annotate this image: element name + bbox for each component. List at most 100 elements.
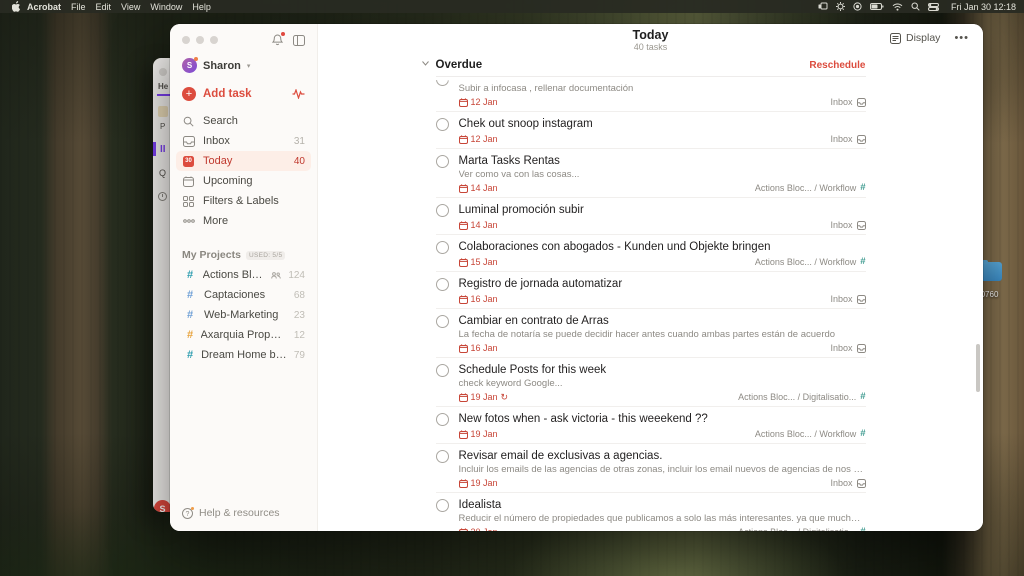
plus-icon: + bbox=[182, 87, 196, 101]
task-checkbox[interactable] bbox=[436, 204, 449, 217]
task-checkbox[interactable] bbox=[436, 315, 449, 328]
task-project[interactable]: Actions Bloc... / Digitalisatio...# bbox=[738, 527, 865, 531]
minimize-window-icon[interactable] bbox=[196, 36, 204, 44]
task-description: Subir a infocasa , rellenar documentació… bbox=[459, 83, 866, 94]
task-project[interactable]: Inbox bbox=[830, 343, 865, 353]
task-project[interactable]: Actions Bloc... / Workflow# bbox=[755, 257, 866, 267]
account-menu[interactable]: S Sharon ▾ bbox=[170, 46, 317, 73]
sidebar-project[interactable]: #Axarquia Properties Tareas12 bbox=[170, 325, 317, 345]
notifications-bell-icon[interactable] bbox=[272, 34, 283, 46]
add-task-button[interactable]: + Add task bbox=[170, 73, 317, 101]
task-project[interactable]: Inbox bbox=[830, 294, 865, 304]
task-title[interactable]: Idealista bbox=[459, 498, 866, 512]
task-project[interactable]: Actions Bloc... / Digitalisatio...# bbox=[738, 392, 865, 402]
sidebar-item-search[interactable]: Search bbox=[170, 111, 317, 131]
sidebar-item-filters-labels[interactable]: Filters & Labels bbox=[170, 191, 317, 211]
due-date-icon bbox=[459, 344, 468, 353]
task-title[interactable]: Marta Tasks Rentas bbox=[459, 154, 866, 168]
task-project[interactable]: Inbox bbox=[830, 220, 865, 230]
task-due-date[interactable]: 16 Jan bbox=[459, 294, 498, 304]
more-options-icon[interactable]: ••• bbox=[954, 34, 969, 42]
stage-manager-icon[interactable] bbox=[818, 2, 828, 11]
wifi-icon[interactable] bbox=[892, 3, 903, 11]
task-due-date[interactable]: 14 Jan bbox=[459, 183, 498, 193]
toggle-sidebar-icon[interactable] bbox=[293, 35, 305, 46]
inbox-icon bbox=[857, 344, 866, 353]
apple-menu-icon[interactable] bbox=[12, 1, 21, 12]
user-name: Sharon bbox=[203, 60, 241, 72]
sidebar-project[interactable]: #Dream Home by the Sea79 bbox=[170, 345, 317, 365]
menubar-menu[interactable]: Window bbox=[150, 2, 182, 12]
menubar-menu[interactable]: View bbox=[121, 2, 140, 12]
todoist-window: S Sharon ▾ + Add task Search Inbox 31 30 bbox=[170, 24, 983, 531]
my-projects-header[interactable]: My Projects USED: 5/5 bbox=[170, 231, 317, 265]
menubar-clock[interactable]: Fri Jan 30 12:18 bbox=[951, 2, 1016, 12]
task-title[interactable]: Revisar email de exclusivas a agencias. bbox=[459, 449, 866, 463]
sidebar-project[interactable]: #Captaciones68 bbox=[170, 285, 317, 305]
task-due-date[interactable]: 16 Jan bbox=[459, 343, 498, 353]
sidebar-project[interactable]: #Actions Blocks124 bbox=[170, 265, 317, 285]
task-checkbox[interactable] bbox=[436, 364, 449, 377]
background-window-text: Q bbox=[159, 168, 166, 178]
task-due-date[interactable]: 15 Jan bbox=[459, 257, 498, 267]
task-due-date[interactable]: 19 Jan bbox=[459, 429, 498, 439]
task-due-date[interactable]: 14 Jan bbox=[459, 220, 498, 230]
display-button[interactable]: Display bbox=[890, 32, 940, 44]
sidebar-item-more[interactable]: More bbox=[170, 211, 317, 231]
project-hash-icon: # bbox=[187, 289, 197, 301]
inbox-count: 31 bbox=[294, 136, 305, 147]
task-project[interactable]: Inbox bbox=[830, 134, 865, 144]
window-controls[interactable] bbox=[182, 36, 218, 44]
notification-badge: S bbox=[154, 500, 171, 512]
today-count: 40 bbox=[294, 156, 305, 167]
task-checkbox[interactable] bbox=[436, 155, 449, 168]
background-window-logo: II bbox=[160, 144, 166, 155]
task-checkbox[interactable] bbox=[436, 499, 449, 512]
task-checkbox[interactable] bbox=[436, 278, 449, 291]
task-project[interactable]: Inbox bbox=[830, 478, 865, 488]
task-due-date[interactable]: 12 Jan bbox=[459, 134, 498, 144]
task-project[interactable]: Actions Bloc... / Workflow# bbox=[755, 429, 866, 439]
task-due-date[interactable]: 19 Jan bbox=[459, 478, 498, 488]
task-project[interactable]: Actions Bloc... / Workflow# bbox=[755, 183, 866, 193]
task-due-date[interactable]: 19 Jan↻ bbox=[459, 392, 509, 402]
menubar-menu[interactable]: Help bbox=[192, 2, 211, 12]
task-checkbox[interactable] bbox=[436, 241, 449, 254]
task-checkbox[interactable] bbox=[436, 450, 449, 463]
menubar-app-name[interactable]: Acrobat bbox=[27, 2, 61, 12]
task-title[interactable]: New fotos when - ask victoria - this wee… bbox=[459, 412, 866, 426]
menubar-menu[interactable]: File bbox=[71, 2, 86, 12]
shared-project-icon bbox=[271, 272, 281, 279]
help-resources-button[interactable]: ? Help & resources bbox=[170, 497, 317, 531]
record-icon[interactable] bbox=[853, 2, 862, 11]
search-icon[interactable] bbox=[911, 2, 920, 11]
task-title[interactable]: Luminal promoción subir bbox=[459, 203, 866, 217]
close-window-icon[interactable] bbox=[182, 36, 190, 44]
task-project[interactable]: Inbox bbox=[830, 97, 865, 107]
task-title[interactable]: Colaboraciones con abogados - Kunden und… bbox=[459, 240, 866, 254]
sidebar-project[interactable]: #Web-Marketing23 bbox=[170, 305, 317, 325]
gear-icon[interactable] bbox=[836, 2, 845, 11]
activity-pulse-icon[interactable] bbox=[292, 89, 305, 99]
control-center-icon[interactable] bbox=[928, 3, 939, 11]
window-control-icon bbox=[159, 68, 167, 76]
task-title[interactable]: Schedule Posts for this week bbox=[459, 363, 866, 377]
task-description: Incluir los emails de las agencias de ot… bbox=[459, 464, 866, 475]
battery-icon[interactable] bbox=[870, 3, 884, 11]
task-due-date[interactable]: 12 Jan bbox=[459, 97, 498, 107]
svg-text:?: ? bbox=[186, 511, 190, 518]
zoom-window-icon[interactable] bbox=[210, 36, 218, 44]
collapse-section-icon[interactable] bbox=[422, 61, 429, 66]
sidebar-item-today[interactable]: 30 Today 40 bbox=[176, 151, 311, 171]
task-title[interactable]: Chek out snoop instagram bbox=[459, 117, 866, 131]
scrollbar-thumb[interactable] bbox=[976, 344, 980, 392]
task-title[interactable]: Registro de jornada automatizar bbox=[459, 277, 866, 291]
sidebar-item-inbox[interactable]: Inbox 31 bbox=[170, 131, 317, 151]
task-checkbox[interactable] bbox=[436, 118, 449, 131]
menubar-menu[interactable]: Edit bbox=[96, 2, 112, 12]
task-title[interactable]: Cambiar en contrato de Arras bbox=[459, 314, 866, 328]
task-checkbox[interactable] bbox=[436, 413, 449, 426]
task-due-date[interactable]: 20 Jan bbox=[459, 527, 498, 531]
reschedule-button[interactable]: Reschedule bbox=[809, 60, 865, 71]
sidebar-item-upcoming[interactable]: Upcoming bbox=[170, 171, 317, 191]
